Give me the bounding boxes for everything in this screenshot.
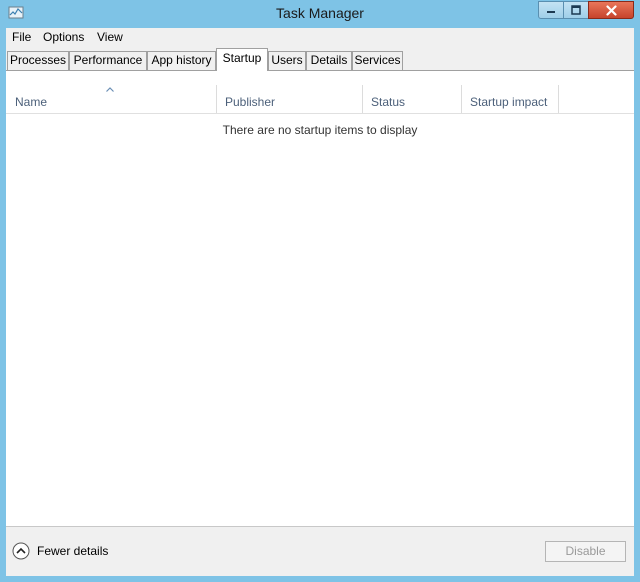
client-area: File Options View Processes Performance … bbox=[6, 28, 634, 576]
tab-details[interactable]: Details bbox=[306, 51, 352, 70]
disable-button[interactable]: Disable bbox=[545, 541, 626, 562]
minimize-button[interactable] bbox=[538, 1, 564, 19]
tab-processes[interactable]: Processes bbox=[7, 51, 69, 70]
menu-file[interactable]: File bbox=[12, 30, 31, 44]
fewer-details-label: Fewer details bbox=[37, 544, 109, 558]
close-button[interactable] bbox=[588, 1, 634, 19]
fewer-details-button[interactable]: Fewer details bbox=[12, 542, 108, 560]
empty-list-message: There are no startup items to display bbox=[222, 123, 418, 137]
menu-bar: File Options View bbox=[6, 28, 634, 47]
task-manager-window: Task Manager File Options View Processes bbox=[0, 0, 640, 582]
startup-list: Name Publisher Status Startup impact The… bbox=[6, 71, 634, 526]
tab-startup[interactable]: Startup bbox=[216, 48, 268, 71]
column-header-startup-impact[interactable]: Startup impact bbox=[461, 71, 558, 113]
footer-bar: Fewer details Disable bbox=[6, 526, 634, 576]
menu-view[interactable]: View bbox=[97, 30, 123, 44]
title-bar[interactable]: Task Manager bbox=[0, 0, 640, 28]
tab-services[interactable]: Services bbox=[352, 51, 403, 70]
column-label-startup-impact: Startup impact bbox=[470, 95, 548, 109]
maximize-icon bbox=[571, 5, 581, 15]
tab-app-history[interactable]: App history bbox=[147, 51, 216, 70]
column-header-status[interactable]: Status bbox=[362, 71, 461, 113]
column-divider[interactable] bbox=[558, 85, 559, 113]
minimize-icon bbox=[547, 11, 555, 13]
chevron-up-circle-icon bbox=[12, 542, 30, 560]
tab-strip: Processes Performance App history Startu… bbox=[6, 47, 634, 71]
maximize-button[interactable] bbox=[563, 1, 589, 19]
column-label-name: Name bbox=[15, 95, 48, 109]
column-label-status: Status bbox=[371, 95, 406, 109]
close-icon bbox=[605, 4, 617, 16]
column-label-publisher: Publisher bbox=[225, 95, 276, 109]
menu-options[interactable]: Options bbox=[43, 30, 84, 44]
header-divider bbox=[6, 113, 634, 114]
column-header-name[interactable]: Name bbox=[6, 71, 216, 113]
column-header-publisher[interactable]: Publisher bbox=[216, 71, 362, 113]
tab-performance[interactable]: Performance bbox=[69, 51, 147, 70]
sort-ascending-icon bbox=[106, 87, 114, 92]
tab-users[interactable]: Users bbox=[268, 51, 306, 70]
